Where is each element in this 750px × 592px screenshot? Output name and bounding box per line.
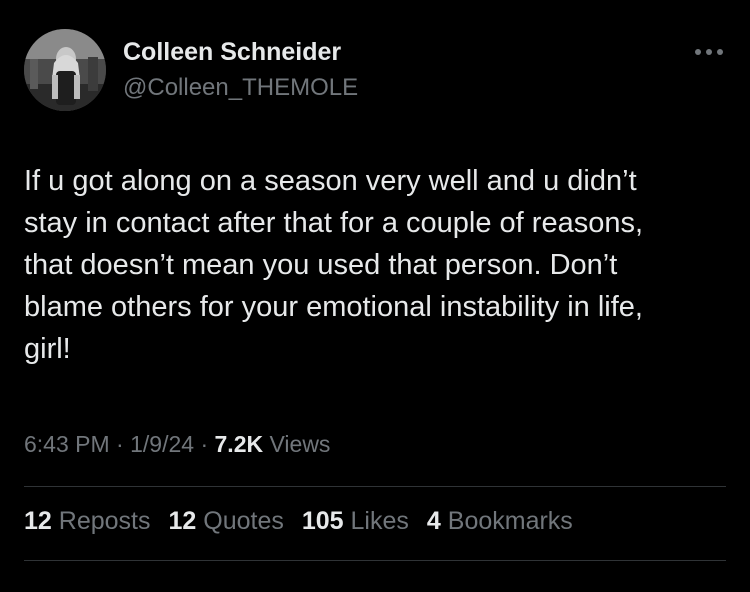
views-label: Views [263, 431, 331, 457]
reposts-label: Reposts [58, 507, 151, 535]
tweet-detail: Colleen Schneider @Colleen_THEMOLE If u … [0, 0, 750, 592]
likes-label: Likes [350, 507, 409, 535]
likes-stat[interactable]: 105 Likes [302, 507, 409, 536]
author-display-name[interactable]: Colleen Schneider [123, 38, 341, 67]
more-options-button[interactable] [692, 40, 726, 64]
author-handle[interactable]: @Colleen_THEMOLE [123, 74, 358, 102]
engagement-stats: 12 Reposts 12 Quotes 105 Likes 4 Bookmar… [24, 507, 573, 536]
likes-count: 105 [301, 507, 344, 535]
quotes-label: Quotes [203, 507, 284, 535]
quotes-count: 12 [168, 507, 197, 535]
tweet-meta: 6:43 PM · 1/9/24 · 7.2K Views [24, 431, 330, 458]
more-horizontal-icon [695, 49, 723, 55]
views-count[interactable]: 7.2K [215, 431, 264, 457]
bookmarks-count: 4 [426, 507, 441, 535]
divider [24, 560, 726, 561]
quotes-stat[interactable]: 12 Quotes [168, 507, 283, 536]
tweet-time[interactable]: 6:43 PM [24, 431, 110, 457]
meta-separator: · [109, 431, 131, 457]
reposts-stat[interactable]: 12 Reposts [24, 507, 150, 536]
tweet-text: If u got along on a season very well and… [24, 165, 644, 365]
meta-separator: · [194, 431, 215, 457]
tweet-date[interactable]: 1/9/24 [130, 431, 194, 457]
bookmarks-label: Bookmarks [447, 507, 573, 535]
reposts-count: 12 [24, 507, 52, 535]
divider [24, 486, 726, 487]
user-avatar-photo-icon [24, 29, 106, 111]
author-avatar[interactable] [24, 29, 106, 111]
bookmarks-stat[interactable]: 4 Bookmarks [427, 507, 573, 536]
